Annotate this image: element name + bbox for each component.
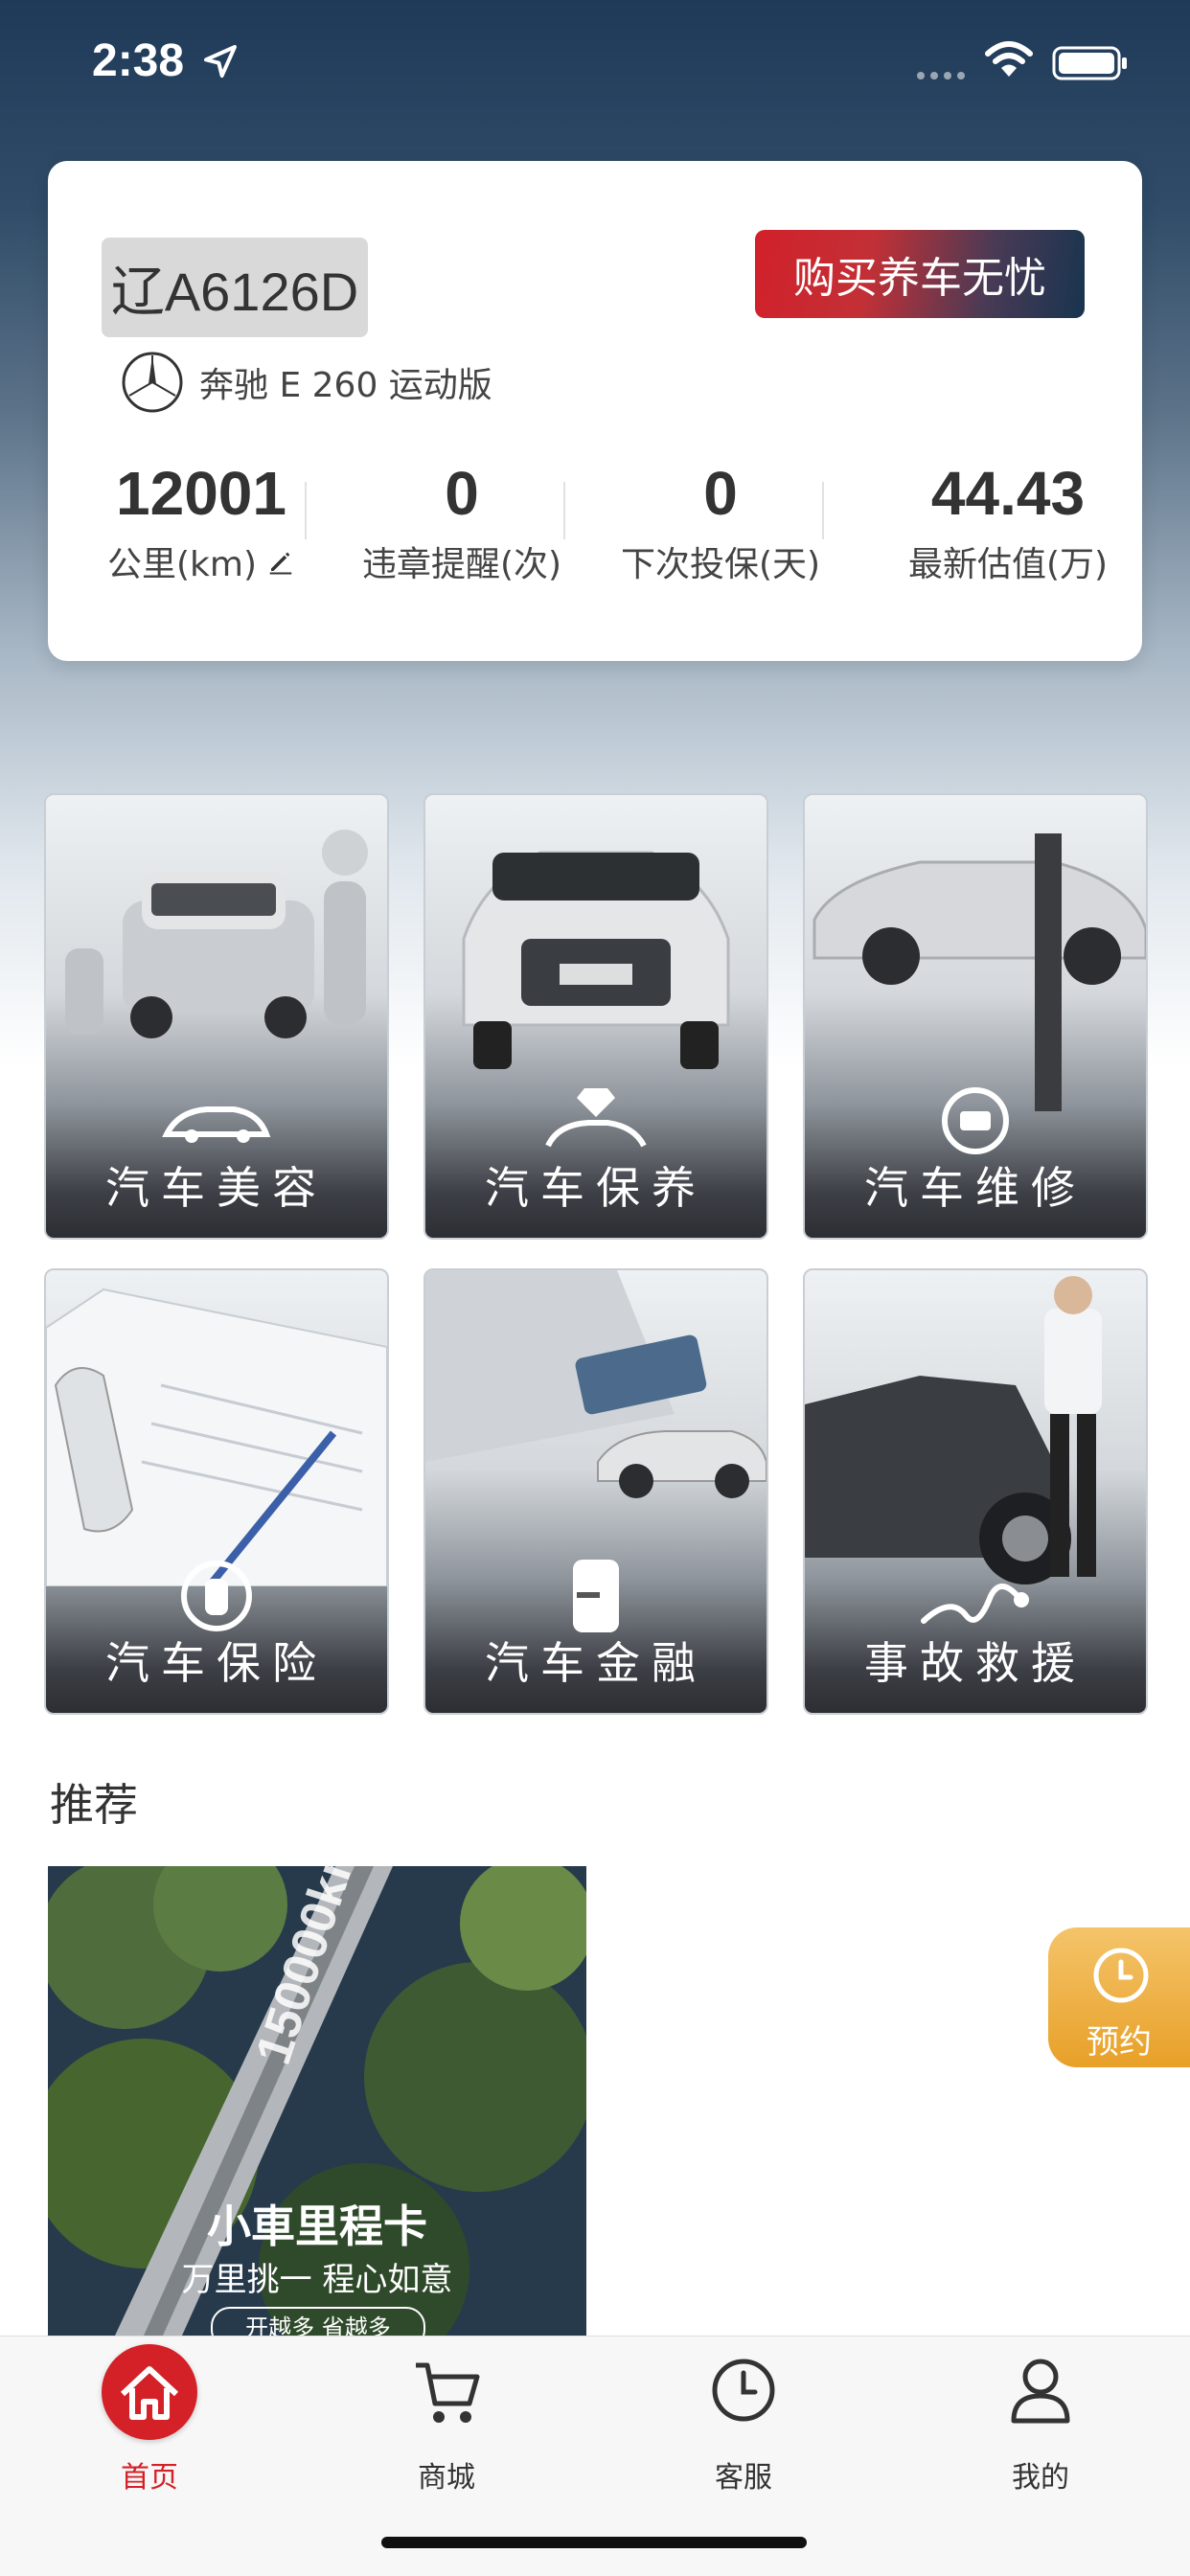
car-insurance-photo bbox=[46, 1288, 387, 1586]
mercedes-logo-icon bbox=[122, 352, 183, 413]
stat-insurance[interactable]: 0 下次投保(天) bbox=[586, 458, 855, 586]
car-shield-icon bbox=[181, 1561, 252, 1631]
tab-label: 商城 bbox=[418, 2461, 475, 2495]
service-tile-repair[interactable]: 汽车维修 bbox=[803, 793, 1148, 1240]
service-label: 汽车美容 bbox=[105, 1162, 328, 1214]
location-arrow-icon bbox=[204, 45, 237, 78]
cart-icon bbox=[416, 2362, 480, 2423]
service-tile-maintenance[interactable]: 汽车保养 bbox=[423, 793, 768, 1240]
car-maintenance-photo bbox=[462, 851, 730, 1069]
accident-rescue-photo bbox=[805, 1276, 1102, 1584]
service-label: 汽车保险 bbox=[105, 1637, 328, 1689]
stat-value: 44.43 bbox=[930, 459, 1086, 528]
book-appointment-button[interactable]: 预约 bbox=[1048, 1927, 1190, 2067]
car-beauty-photo bbox=[65, 830, 368, 1038]
service-label: 汽车维修 bbox=[864, 1162, 1087, 1214]
tab-label: 我的 bbox=[1012, 2461, 1069, 2495]
cellular-signal-icon bbox=[917, 72, 965, 80]
home-indicator bbox=[381, 2537, 807, 2548]
stat-violations[interactable]: 0 违章提醒(次) bbox=[328, 458, 596, 586]
buy-care-button[interactable]: 购买养车无忧 bbox=[755, 230, 1085, 318]
license-plate: 辽A6126D bbox=[102, 238, 368, 337]
tow-rope-icon bbox=[921, 1584, 1029, 1624]
tab-label: 客服 bbox=[715, 2461, 772, 2495]
service-tile-beauty[interactable]: 汽车美容 bbox=[44, 793, 389, 1240]
home-icon bbox=[102, 2344, 197, 2440]
tab-profile[interactable]: 我的 bbox=[945, 2337, 1136, 2495]
card-icon bbox=[573, 1560, 619, 1632]
clock-icon bbox=[712, 2359, 775, 2422]
stat-value: 0 bbox=[445, 459, 479, 528]
tab-service[interactable]: 客服 bbox=[648, 2337, 839, 2495]
wifi-icon bbox=[985, 41, 1033, 77]
banner-subtitle: 万里挑一 程心如意 bbox=[181, 2261, 453, 2299]
service-tile-finance[interactable]: 汽车金融 bbox=[423, 1268, 768, 1715]
tab-mall[interactable]: 商城 bbox=[351, 2337, 542, 2495]
status-bar: 2:38 bbox=[0, 0, 1190, 134]
tab-label: 首页 bbox=[121, 2461, 178, 2495]
stat-label: 违章提醒(次) bbox=[361, 545, 562, 584]
service-label: 汽车保养 bbox=[485, 1162, 707, 1214]
banner-tag: 开越多 省越多 bbox=[211, 2307, 425, 2336]
stat-divider bbox=[822, 482, 824, 539]
stat-label: 最新估值(万) bbox=[907, 545, 1109, 584]
user-icon bbox=[1011, 2359, 1070, 2424]
service-tile-rescue[interactable]: 事故救援 bbox=[803, 1268, 1148, 1715]
stat-valuation[interactable]: 44.43 最新估值(万) bbox=[874, 458, 1142, 586]
stat-mileage[interactable]: 12001 公里(km) bbox=[67, 458, 335, 586]
service-tile-insurance[interactable]: 汽车保险 bbox=[44, 1268, 389, 1715]
stat-value: 0 bbox=[703, 459, 738, 528]
repair-icon bbox=[942, 1087, 1009, 1154]
tab-home[interactable]: 首页 bbox=[54, 2337, 245, 2495]
status-time: 2:38 bbox=[92, 35, 185, 86]
car-finance-photo bbox=[425, 1270, 767, 1498]
stat-label: 公里(km) bbox=[106, 545, 257, 584]
car-diamond-icon bbox=[545, 1088, 647, 1148]
service-label: 汽车金融 bbox=[485, 1637, 707, 1689]
car-repair-photo bbox=[812, 833, 1146, 1111]
clock-icon bbox=[1093, 1948, 1149, 2003]
vehicle-card: 辽A6126D 购买养车无忧 奔驰 E 260 运动版 12001 公里(km)… bbox=[48, 161, 1142, 661]
stat-label: 下次投保(天) bbox=[620, 545, 821, 584]
stat-divider bbox=[563, 482, 565, 539]
battery-icon bbox=[1052, 46, 1127, 80]
vehicle-model-name: 奔驰 E 260 运动版 bbox=[199, 366, 492, 405]
stat-divider bbox=[305, 482, 307, 539]
service-label: 事故救援 bbox=[864, 1637, 1087, 1689]
banner-title: 小車里程卡 bbox=[207, 2200, 427, 2252]
book-label: 预约 bbox=[1087, 2023, 1152, 2062]
car-wrench-icon bbox=[162, 1106, 271, 1143]
edit-pencil-icon[interactable] bbox=[266, 547, 295, 576]
vehicle-model: 奔驰 E 260 运动版 bbox=[121, 351, 492, 414]
recommend-title: 推荐 bbox=[50, 1779, 138, 1831]
recommend-banner[interactable]: 150000km 小車里程卡 万里挑一 程心如意 开越多 省越多 bbox=[48, 1866, 586, 2336]
stat-value: 12001 bbox=[116, 459, 286, 528]
